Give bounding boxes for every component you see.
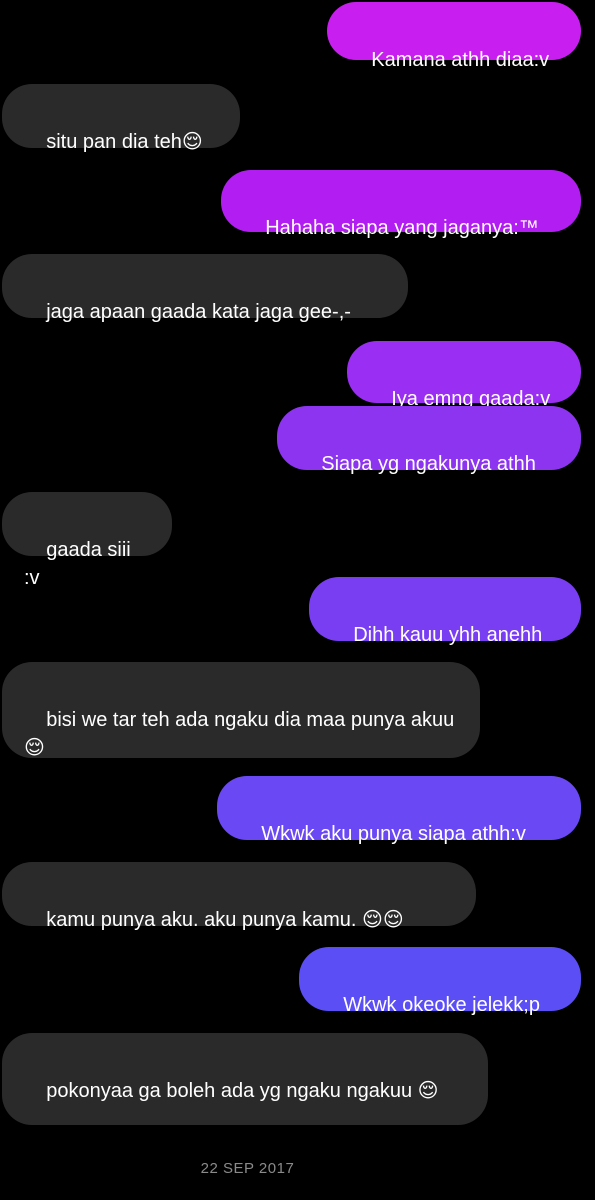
message-text: Dihh kauu yhh anehh (353, 624, 543, 646)
message-bubble-sent[interactable]: Wkwk aku punya siapa athh:v (217, 776, 581, 845)
message-bubble-received[interactable]: situ pan dia teh😌 (2, 84, 240, 153)
message-text: pokonyaa ga boleh ada yg ngaku ngakuu 😌 (46, 1080, 439, 1102)
message-bubble-received[interactable]: jaga apaan gaada kata jaga gee-,- (2, 254, 408, 323)
message-bubble-sent[interactable]: Kamana athh diaa:v (327, 2, 581, 71)
message-text: situ pan dia teh😌 (46, 131, 203, 153)
message-bubble-received[interactable]: kamu punya aku. aku punya kamu. 😌😌 (2, 862, 476, 931)
message-text: Wkwk aku punya siapa athh:v (261, 823, 526, 845)
message-bubble-sent[interactable]: Hahaha siapa yang jaganya:™ (221, 170, 581, 239)
date-separator: 22 SEP 2017 (200, 1160, 295, 1177)
message-text: Hahaha siapa yang jaganya:™ (265, 217, 539, 239)
message-bubble-sent[interactable]: Wkwk okeoke jelekk;p (299, 947, 581, 1016)
chat-thread: Kamana athh diaa:v situ pan dia teh😌 Hah… (0, 0, 595, 1200)
message-text: kamu punya aku. aku punya kamu. 😌😌 (46, 909, 404, 931)
message-bubble-sent[interactable]: Dihh kauu yhh anehh (309, 577, 581, 646)
message-text: bisi we tar teh ada ngaku dia maa punya … (24, 709, 455, 759)
message-text: Wkwk okeoke jelekk;p (343, 994, 540, 1016)
message-text: jaga apaan gaada kata jaga gee-,- (46, 301, 351, 323)
message-text: Siapa yg ngakunya athh (321, 453, 536, 475)
message-bubble-sent[interactable]: Iya emng gaada:v (347, 341, 581, 410)
message-bubble-received[interactable]: bisi we tar teh ada ngaku dia maa punya … (2, 662, 480, 759)
message-bubble-received[interactable]: pokonyaa ga boleh ada yg ngaku ngakuu 😌 (2, 1033, 488, 1125)
message-text: Kamana athh diaa:v (371, 49, 550, 71)
message-bubble-received[interactable]: gaada siii :v (2, 492, 172, 589)
message-text: gaada siii :v (24, 539, 137, 589)
message-bubble-sent[interactable]: Siapa yg ngakunya athh (277, 406, 581, 475)
